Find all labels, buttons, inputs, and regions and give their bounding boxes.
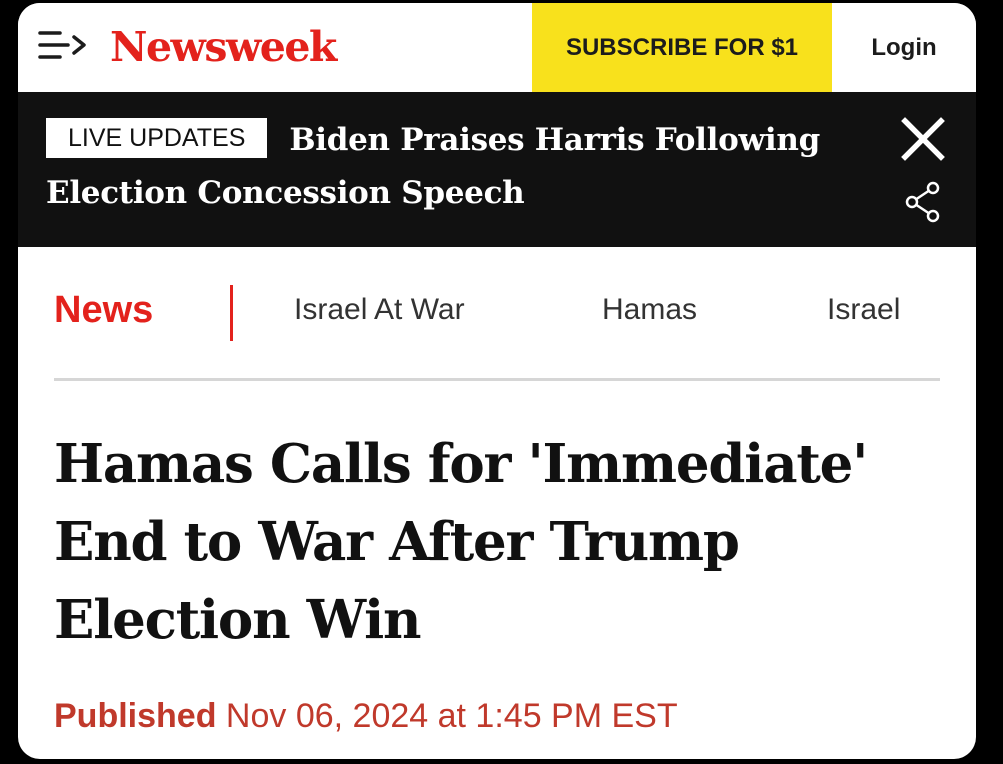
live-updates-banner[interactable]: LIVE UPDATES Biden Praises Harris Followi… (18, 92, 976, 247)
close-icon[interactable] (900, 116, 946, 162)
live-updates-text[interactable]: LIVE UPDATES Biden Praises Harris Followi… (46, 114, 846, 220)
nav-divider-line (54, 378, 940, 381)
article-headline: Hamas Calls for 'Immediate' End to War A… (54, 433, 868, 651)
nav-divider (230, 285, 233, 341)
menu-icon[interactable] (38, 25, 90, 65)
section-nav: News Israel At War Hamas Israel (18, 247, 976, 381)
login-button[interactable]: Login (832, 3, 976, 92)
nav-link-israel-at-war[interactable]: Israel At War (294, 293, 465, 327)
article-card: Newsweek SUBSCRIBE FOR $1 Login LIVE UPD… (18, 3, 976, 759)
live-updates-badge: LIVE UPDATES (46, 118, 268, 158)
subscribe-button[interactable]: SUBSCRIBE FOR $1 (532, 3, 832, 92)
nav-section-news[interactable]: News (54, 289, 153, 332)
nav-link-hamas[interactable]: Hamas (602, 293, 697, 327)
site-header: Newsweek SUBSCRIBE FOR $1 Login (18, 3, 976, 92)
share-icon[interactable] (902, 180, 944, 224)
nav-link-israel[interactable]: Israel (827, 293, 900, 327)
published-label: Published (54, 697, 217, 735)
newsweek-logo[interactable]: Newsweek (110, 17, 337, 77)
published-date: Published Nov 06, 2024 at 1:45 PM EST (54, 697, 678, 736)
published-timestamp: Nov 06, 2024 at 1:45 PM EST (225, 697, 678, 735)
